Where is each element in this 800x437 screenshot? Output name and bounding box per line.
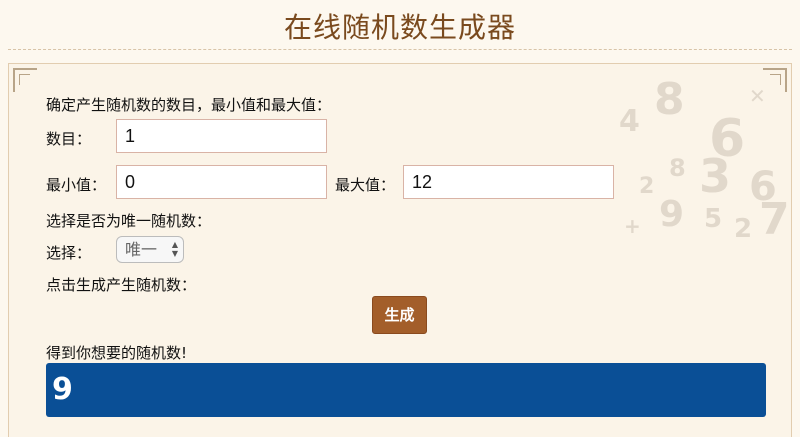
unique-select-value: 唯一 <box>125 240 158 259</box>
result-prompt: 得到你想要的随机数! <box>46 344 188 362</box>
count-input[interactable]: 1 <box>116 119 327 153</box>
unique-select[interactable]: 唯一 ▲ ▼ <box>116 236 184 263</box>
corner-ornament-left <box>13 68 37 92</box>
count-label: 数目： <box>46 130 92 148</box>
min-input[interactable]: 0 <box>116 165 327 199</box>
unique-prompt: 选择是否为唯一随机数： <box>46 212 212 230</box>
intro-text: 确定产生随机数的数目，最小值和最大值： <box>46 96 332 114</box>
page-title: 在线随机数生成器 <box>283 11 516 44</box>
generate-prompt: 点击生成产生随机数： <box>46 276 197 294</box>
max-input[interactable]: 12 <box>403 165 614 199</box>
generate-button[interactable]: 生成 <box>372 296 427 334</box>
max-label: 最大值： <box>335 176 396 194</box>
result-display: 9 <box>46 363 766 417</box>
select-arrows-icon: ▲ ▼ <box>171 240 178 258</box>
min-label: 最小值： <box>46 176 107 194</box>
page-header: 在线随机数生成器 <box>0 0 800 50</box>
select-label: 选择： <box>46 244 92 262</box>
numbers-decoration: 4 8 6 ✕ 8 3 2 9 6 5 2 7 + <box>619 74 790 245</box>
title-divider <box>8 49 792 50</box>
